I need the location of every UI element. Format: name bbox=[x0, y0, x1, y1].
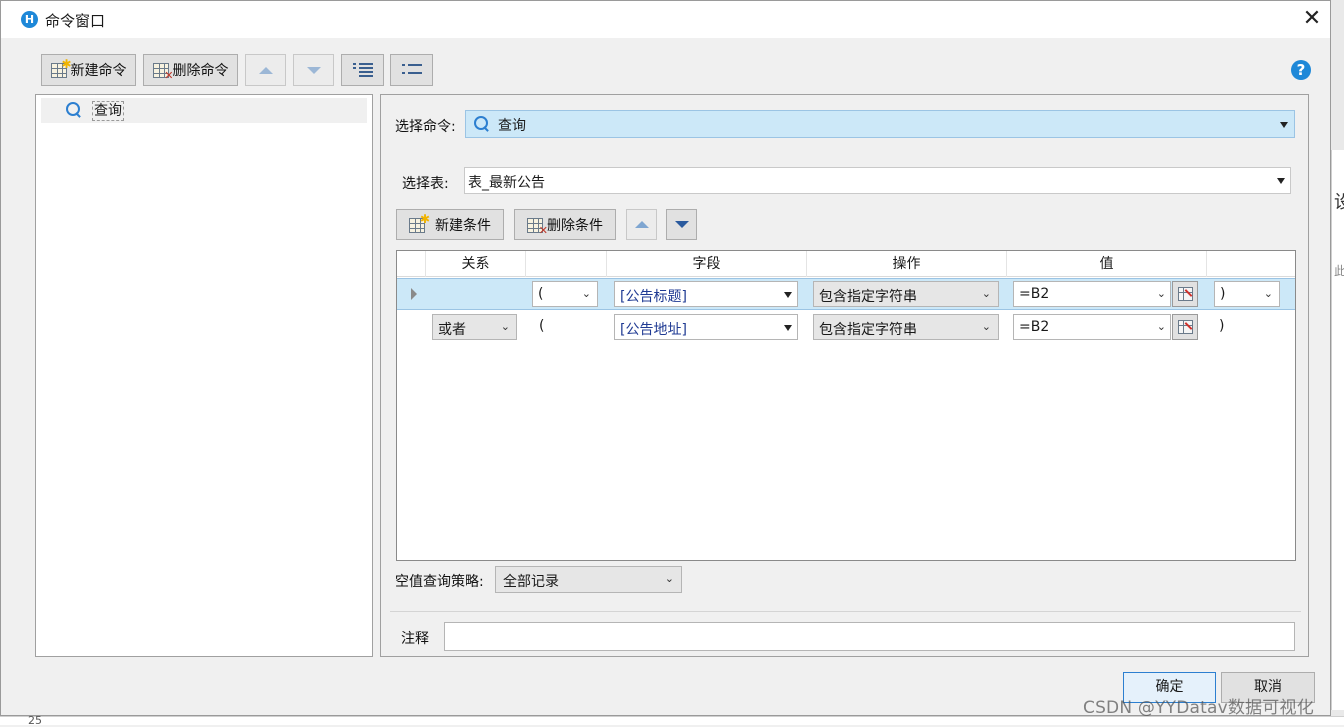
null-strategy-label: 空值查询策略: bbox=[395, 574, 484, 590]
null-strategy-select[interactable]: 全部记录 ⌄ bbox=[495, 566, 682, 593]
close-paren-value: ) bbox=[1220, 286, 1226, 302]
app-logo-icon: H bbox=[21, 11, 38, 28]
help-icon[interactable]: ? bbox=[1291, 60, 1311, 80]
delete-condition-label: 删除条件 bbox=[547, 217, 603, 234]
relation-value: 或者 bbox=[438, 322, 466, 338]
field-select[interactable]: [公告标题] bbox=[614, 281, 798, 307]
new-command-button[interactable]: ✱ 新建命令 bbox=[41, 54, 136, 86]
column-header bbox=[1207, 251, 1295, 277]
column-header bbox=[526, 251, 607, 277]
open-paren-value: ( bbox=[539, 318, 545, 334]
delete-command-label: 删除命令 bbox=[172, 63, 229, 79]
delete-command-button[interactable]: ✕ 删除命令 bbox=[143, 54, 238, 86]
table-row[interactable]: ( ⌄ [公告标题] 包含指定字符串 ⌄ =B2 ⌄) ⌄ bbox=[397, 278, 1295, 310]
field-value: [公告地址] bbox=[620, 322, 687, 338]
background-text: 设 bbox=[1334, 192, 1344, 213]
close-button[interactable]: ✕ bbox=[1297, 5, 1327, 33]
search-icon bbox=[66, 102, 82, 118]
search-icon bbox=[474, 116, 490, 132]
watermark: CSDN @YYDatav数据可视化 bbox=[1083, 698, 1314, 718]
command-select-value: 查询 bbox=[498, 118, 526, 134]
background-right-strip bbox=[1331, 150, 1344, 710]
note-input[interactable] bbox=[444, 622, 1295, 651]
table-row[interactable]: 或者 ⌄ ( [公告地址] 包含指定字符串 ⌄ =B2 ⌄) bbox=[397, 311, 1295, 343]
close-paren-value: ) bbox=[1219, 318, 1225, 334]
value-input[interactable]: =B2 ⌄ bbox=[1013, 281, 1171, 307]
operation-value: 包含指定字符串 bbox=[819, 322, 917, 338]
command-select[interactable]: 查询 bbox=[465, 110, 1295, 138]
table-select[interactable]: 表_最新公告 bbox=[464, 167, 1291, 194]
condition-down-button[interactable] bbox=[666, 209, 697, 240]
column-header: 操作 bbox=[807, 251, 1007, 277]
chevron-down-icon: ⌄ bbox=[500, 320, 510, 333]
outdent-list-icon bbox=[401, 63, 422, 77]
field-select[interactable]: [公告地址] bbox=[614, 314, 798, 340]
delete-table-icon: ✕ bbox=[152, 61, 174, 82]
new-command-label: 新建命令 bbox=[70, 63, 127, 79]
background-text: 此 bbox=[1334, 264, 1344, 278]
cell-picker-button[interactable] bbox=[1172, 281, 1198, 307]
chevron-down-icon: ⌄ bbox=[1156, 320, 1166, 333]
value-text: =B2 bbox=[1019, 319, 1050, 335]
open-paren-select[interactable]: ( ⌄ bbox=[532, 281, 598, 307]
move-up-button[interactable] bbox=[245, 54, 286, 86]
new-condition-button[interactable]: ✱ 新建条件 bbox=[396, 209, 504, 240]
command-tree: 查询 bbox=[35, 94, 373, 657]
new-table-icon: ✱ bbox=[50, 57, 72, 79]
condition-up-button[interactable] bbox=[626, 209, 657, 240]
tree-item-query[interactable]: 查询 bbox=[41, 98, 367, 123]
command-dialog: H 命令窗口 ✕ ✱ 新建命令 ✕ 删除命令 ? 查询 选择命令: 查询 选择表… bbox=[0, 0, 1331, 716]
arrow-down-icon bbox=[306, 66, 321, 74]
null-strategy-value: 全部记录 bbox=[503, 574, 559, 590]
chevron-down-icon: ⌄ bbox=[1263, 287, 1273, 300]
column-header: 字段 bbox=[607, 251, 807, 277]
relation-select[interactable]: 或者 ⌄ bbox=[432, 314, 517, 340]
note-label: 注释 bbox=[401, 631, 429, 647]
chevron-down-icon: ⌄ bbox=[981, 287, 991, 300]
divider bbox=[390, 611, 1301, 612]
command-label: 选择命令: bbox=[395, 119, 456, 135]
delete-condition-button[interactable]: ✕ 删除条件 bbox=[514, 209, 616, 240]
cell-picker-button[interactable] bbox=[1172, 314, 1198, 340]
dropdown-arrow-icon bbox=[784, 325, 792, 331]
dropdown-arrow-icon bbox=[1280, 122, 1288, 128]
new-condition-label: 新建条件 bbox=[435, 217, 491, 234]
tree-item-label: 查询 bbox=[92, 101, 124, 121]
arrow-down-icon bbox=[674, 221, 689, 228]
chevron-down-icon: ⌄ bbox=[981, 320, 991, 333]
conditions-grid: 关系 字段 操作 值 ( ⌄ [公告标题] 包含指定字符串 ⌄ =B2 ⌄) … bbox=[396, 250, 1296, 561]
outdent-button[interactable] bbox=[390, 54, 433, 86]
close-paren-select[interactable]: ) ⌄ bbox=[1214, 281, 1280, 307]
table-select-value: 表_最新公告 bbox=[468, 175, 545, 191]
delete-table-icon: ✕ bbox=[527, 216, 548, 237]
dropdown-arrow-icon bbox=[784, 292, 792, 298]
arrow-up-icon bbox=[634, 221, 649, 228]
chevron-down-icon: ⌄ bbox=[1156, 287, 1166, 300]
indent-button[interactable] bbox=[341, 54, 384, 86]
column-header-indicator bbox=[397, 251, 426, 277]
operation-select[interactable]: 包含指定字符串 ⌄ bbox=[813, 314, 999, 340]
row-indicator-icon bbox=[411, 288, 417, 300]
value-text: =B2 bbox=[1019, 286, 1050, 302]
grid-header: 关系 字段 操作 值 bbox=[397, 251, 1295, 277]
operation-value: 包含指定字符串 bbox=[819, 289, 917, 305]
dropdown-arrow-icon bbox=[1277, 178, 1285, 184]
value-input[interactable]: =B2 ⌄ bbox=[1013, 314, 1171, 340]
column-header: 关系 bbox=[426, 251, 526, 277]
chevron-down-icon: ⌄ bbox=[664, 572, 674, 585]
command-editor-panel: 选择命令: 查询 选择表: 表_最新公告 ✱ 新建条件 ✕ 删除条件 关系 字段… bbox=[380, 94, 1309, 657]
move-down-button[interactable] bbox=[293, 54, 334, 86]
open-paren-value: ( bbox=[538, 286, 544, 302]
window-title: 命令窗口 bbox=[45, 12, 106, 30]
table-label: 选择表: bbox=[402, 176, 449, 192]
operation-select[interactable]: 包含指定字符串 ⌄ bbox=[813, 281, 999, 307]
arrow-up-icon bbox=[258, 66, 273, 74]
indent-list-icon bbox=[352, 63, 373, 77]
title-bar: H 命令窗口 ✕ bbox=[1, 1, 1330, 38]
new-table-icon: ✱ bbox=[409, 212, 430, 234]
chevron-down-icon: ⌄ bbox=[581, 287, 591, 300]
field-value: [公告标题] bbox=[620, 289, 687, 305]
column-header: 值 bbox=[1007, 251, 1207, 277]
